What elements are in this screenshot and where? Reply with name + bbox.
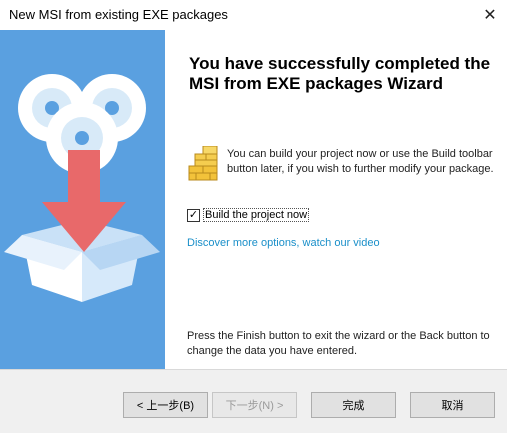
button-bar: < 上一步(B) 下一步(N) > 完成 取消 xyxy=(0,369,507,433)
wizard-content: You have successfully completed the MSI … xyxy=(165,30,507,369)
finish-button[interactable]: 完成 xyxy=(311,392,396,418)
build-project-checkbox-row[interactable]: ✓ Build the project now xyxy=(187,208,310,222)
build-project-checkbox[interactable]: ✓ xyxy=(187,208,200,222)
info-text: You can build your project now or use th… xyxy=(227,148,494,175)
finish-instructions: Press the Finish button to exit the wiza… xyxy=(187,330,490,357)
title-bar: New MSI from existing EXE packages ✕ xyxy=(0,0,507,30)
discover-options-link[interactable]: Discover more options, watch our video xyxy=(187,237,380,249)
next-button: 下一步(N) > xyxy=(212,392,297,418)
wizard-heading: You have successfully completed the MSI … xyxy=(189,54,491,93)
cancel-button[interactable]: 取消 xyxy=(410,392,495,418)
build-bricks-icon xyxy=(188,146,218,181)
close-icon[interactable]: ✕ xyxy=(473,0,507,30)
banner-illustration xyxy=(4,74,160,302)
wizard-banner xyxy=(0,30,165,369)
build-project-label[interactable]: Build the project now xyxy=(203,208,310,222)
window-title: New MSI from existing EXE packages xyxy=(9,7,228,22)
back-button[interactable]: < 上一步(B) xyxy=(123,392,208,418)
